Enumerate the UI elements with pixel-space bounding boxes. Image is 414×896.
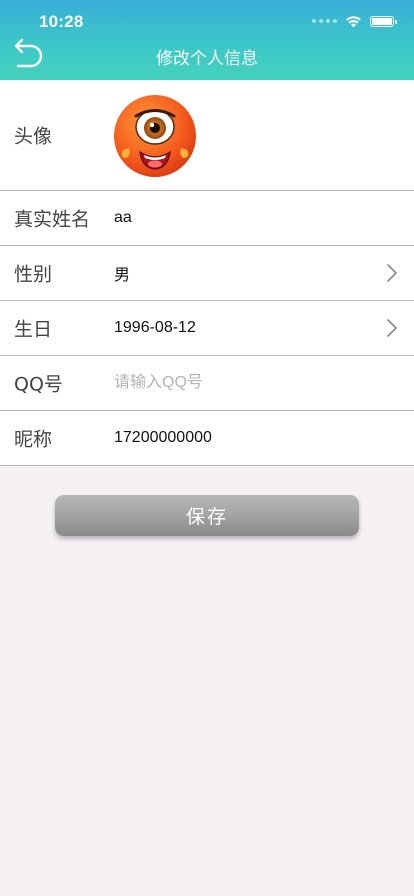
battery-icon	[370, 15, 397, 27]
wifi-icon	[346, 15, 361, 27]
avatar[interactable]	[113, 94, 197, 178]
chevron-right-icon	[387, 319, 397, 337]
chevron-right-icon	[387, 264, 397, 282]
birthday-label: 生日	[14, 318, 53, 341]
qq-row: QQ号	[0, 356, 414, 411]
avatar-row[interactable]: 头像	[0, 80, 414, 191]
page-title: 修改个人信息	[156, 49, 258, 69]
gender-value: 男	[114, 267, 131, 284]
real-name-row: 真实姓名	[0, 191, 414, 246]
signal-icon	[312, 19, 337, 23]
gender-row[interactable]: 性别 男	[0, 246, 414, 301]
nav-header: 10:28 修改个人信息	[0, 0, 414, 80]
save-button[interactable]: 保存	[55, 495, 359, 536]
nickname-label: 昵称	[14, 428, 53, 451]
qq-input[interactable]	[112, 368, 386, 398]
real-name-label: 真实姓名	[14, 208, 91, 231]
qq-label: QQ号	[14, 373, 63, 396]
gender-label: 性别	[14, 263, 53, 286]
profile-form: 头像 真实姓名 aa 性别 男 生日 1996-08-12 QQ号 请输入QQ号…	[0, 80, 414, 466]
nickname-input[interactable]	[112, 423, 386, 453]
status-time: 10:28	[39, 12, 84, 31]
birthday-value: 1996-08-12	[114, 319, 196, 336]
status-icons	[312, 14, 397, 28]
nickname-row: 昵称	[0, 411, 414, 466]
birthday-row[interactable]: 生日 1996-08-12	[0, 301, 414, 356]
real-name-input[interactable]	[112, 203, 386, 233]
avatar-label: 头像	[14, 125, 53, 148]
